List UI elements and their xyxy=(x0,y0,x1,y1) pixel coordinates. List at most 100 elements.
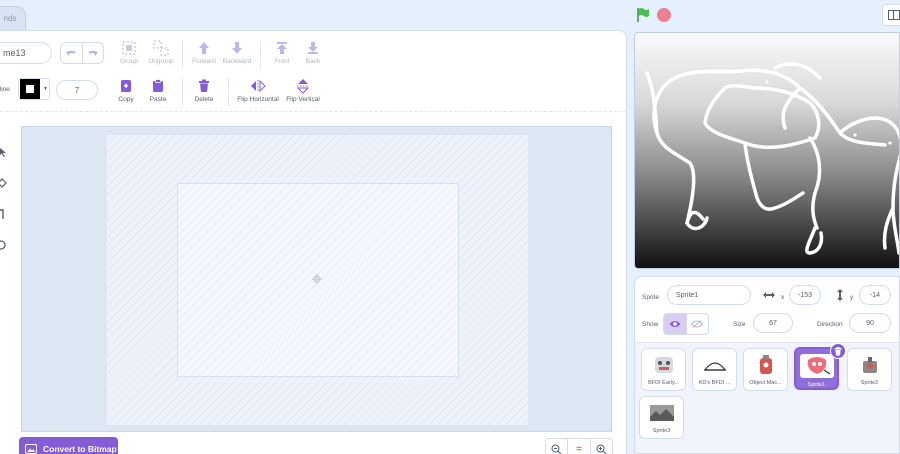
show-button[interactable] xyxy=(664,314,686,334)
group-icon xyxy=(122,41,136,55)
front-icon xyxy=(277,42,287,54)
delete-label: Delete xyxy=(194,96,214,103)
sprite-tile-name: Sprite2 xyxy=(860,380,879,386)
copy-button[interactable]: Copy xyxy=(114,78,138,103)
robot-sprite-icon xyxy=(862,357,877,373)
convert-to-bitmap-button[interactable]: Convert to Bitmap xyxy=(19,437,118,454)
sprite-label: Sprite xyxy=(642,294,659,301)
paste-label: Paste xyxy=(149,96,167,103)
undo-redo-group xyxy=(60,42,104,64)
green-flag-button[interactable] xyxy=(636,7,650,23)
zoom-out-icon xyxy=(551,444,563,454)
delete-button[interactable]: Delete xyxy=(190,78,218,103)
costume-name-input[interactable]: me13 xyxy=(0,42,52,64)
back-button[interactable]: Back xyxy=(302,40,324,65)
group-button[interactable]: Group xyxy=(116,40,142,65)
direction-value: 90 xyxy=(866,319,874,327)
sprite-tile[interactable]: KD's BFDI ... xyxy=(692,348,737,391)
redo-icon xyxy=(88,50,98,56)
sprite-info-panel: Sprite Sprite1 x -153 y -14 Show Size 67… xyxy=(634,276,900,342)
zoom-in-button[interactable] xyxy=(589,439,612,454)
reshape-tool[interactable] xyxy=(0,167,10,198)
toolbar-divider xyxy=(182,40,183,68)
arrow-cursor-icon xyxy=(0,147,6,157)
y-position-value: -14 xyxy=(869,291,881,299)
stop-button[interactable] xyxy=(657,8,671,22)
line-icon xyxy=(0,208,4,219)
stroke-width-input[interactable]: 7 xyxy=(56,80,98,100)
front-button[interactable]: Front xyxy=(270,40,294,65)
direction-input[interactable]: 90 xyxy=(849,313,891,333)
redo-button[interactable] xyxy=(81,43,104,63)
y-position-input[interactable]: -14 xyxy=(859,285,891,305)
outline-color-swatch xyxy=(20,79,40,99)
tab-sounds[interactable]: nds xyxy=(0,6,26,30)
stage-drawing xyxy=(645,62,899,255)
forward-label: Forward xyxy=(192,58,216,65)
paint-canvas[interactable] xyxy=(21,126,612,432)
backward-label: Backward xyxy=(222,58,252,65)
sprite-tile-name: BFDI Early... xyxy=(648,380,679,386)
show-label: Show xyxy=(642,321,659,328)
stage-size-button[interactable] xyxy=(882,4,900,26)
flip-horizontal-icon xyxy=(251,80,266,92)
sprite-name-value: Sprite1 xyxy=(676,291,699,299)
hide-button[interactable] xyxy=(685,314,709,334)
y-label: y xyxy=(850,294,854,301)
ungroup-label: Ungroup xyxy=(148,58,174,65)
sprite-tile-name: Sprite1 xyxy=(807,382,826,388)
circle-tool[interactable] xyxy=(0,229,10,260)
sprite-tile[interactable]: Sprite2 xyxy=(847,348,892,391)
outline-color-picker[interactable]: ▼ xyxy=(18,78,50,100)
zoom-reset-button[interactable]: = xyxy=(567,439,589,454)
sprite-tile[interactable]: Sprite3 xyxy=(639,396,684,439)
toolbar-divider xyxy=(182,78,183,106)
sprite-tile[interactable]: Object Mac... xyxy=(743,348,788,391)
group-label: Group xyxy=(119,58,139,65)
reshape-icon xyxy=(0,177,7,188)
eye-slash-icon xyxy=(691,320,704,328)
undo-icon xyxy=(66,50,76,56)
ungroup-button[interactable]: Ungroup xyxy=(146,40,176,65)
toolbar-separator xyxy=(0,111,627,112)
machine-sprite-icon xyxy=(759,355,772,374)
x-position-input[interactable]: -153 xyxy=(789,285,821,305)
sprite-tile-name: Sprite3 xyxy=(652,428,671,434)
select-tool[interactable] xyxy=(0,136,10,167)
back-icon xyxy=(308,42,318,54)
photo-sprite-icon xyxy=(649,405,674,421)
backward-button[interactable]: Backward xyxy=(221,40,253,65)
early-sprite-icon xyxy=(654,357,673,373)
sprite-tile-name: Object Mac... xyxy=(749,380,782,386)
stage-canvas[interactable] xyxy=(634,32,900,269)
size-input[interactable]: 67 xyxy=(753,313,793,333)
delete-sprite-button[interactable] xyxy=(830,343,846,359)
paste-icon xyxy=(153,79,163,92)
trash-icon xyxy=(834,346,842,355)
flip-horizontal-button[interactable]: Flip Horizontal xyxy=(236,78,280,103)
x-position-value: -153 xyxy=(797,291,812,299)
sprite-name-input[interactable]: Sprite1 xyxy=(667,285,751,305)
trash-icon xyxy=(199,79,209,92)
forward-button[interactable]: Forward xyxy=(190,40,218,65)
vertical-arrows-icon xyxy=(837,289,843,301)
costume-name-value: me13 xyxy=(3,48,26,58)
toolbar-divider xyxy=(260,40,261,68)
flip-vertical-icon xyxy=(297,79,309,94)
back-label: Back xyxy=(305,58,321,65)
sprite-tile[interactable]: BFDI Early... xyxy=(641,348,686,391)
paste-button[interactable]: Paste xyxy=(146,78,170,103)
zoom-out-button[interactable] xyxy=(546,439,567,454)
drawing-tools xyxy=(0,136,10,260)
visibility-toggle xyxy=(663,313,709,335)
undo-button[interactable] xyxy=(61,43,82,63)
line-tool[interactable] xyxy=(0,198,10,229)
tab-sounds-label: nds xyxy=(3,14,17,23)
sprite-list: BFDI Early... KD's BFDI ... Object Mac..… xyxy=(634,342,900,454)
horizontal-arrows-icon xyxy=(763,292,775,298)
ungroup-icon xyxy=(153,40,169,56)
flip-vertical-button[interactable]: Flip Vertical xyxy=(284,78,322,103)
eye-icon xyxy=(669,321,681,327)
outline-label: tline xyxy=(0,86,10,93)
toolbar-divider xyxy=(228,78,229,106)
